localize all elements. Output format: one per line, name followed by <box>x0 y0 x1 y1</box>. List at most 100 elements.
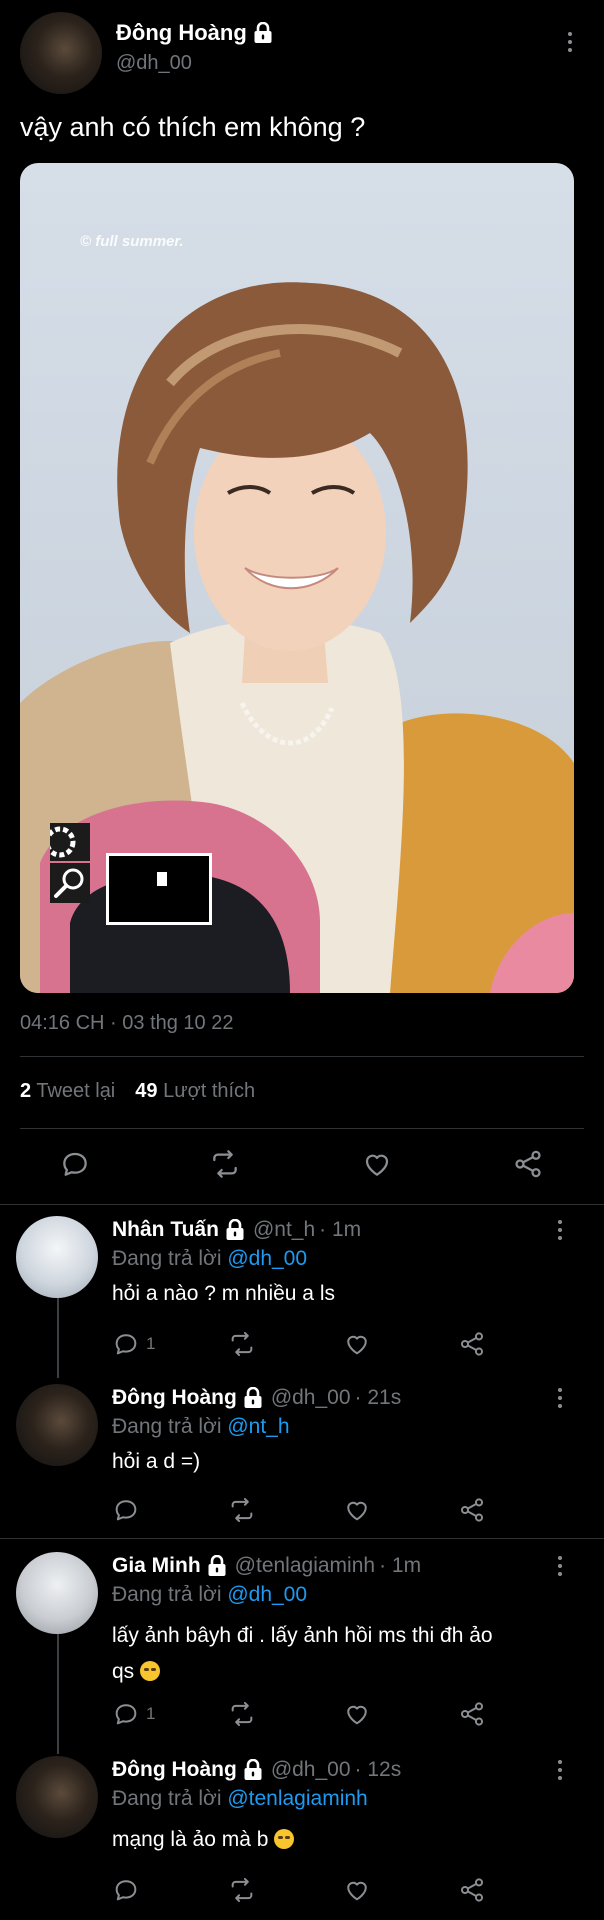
retweet-icon[interactable] <box>228 1700 256 1728</box>
share-icon[interactable] <box>512 1148 544 1180</box>
like-icon[interactable] <box>343 1330 371 1358</box>
avatar[interactable] <box>16 1552 98 1634</box>
avatar[interactable] <box>20 12 102 94</box>
reply-time[interactable]: · 1m <box>319 1218 361 1242</box>
divider <box>0 1204 604 1205</box>
reply-author-handle[interactable]: @dh_00 <box>271 1386 351 1410</box>
photo-illustration <box>20 282 574 993</box>
replying-label: Đang trả lời <box>112 1787 222 1810</box>
reply-icon <box>112 1330 140 1358</box>
share-icon[interactable] <box>458 1496 486 1524</box>
reply-time[interactable]: · 21s <box>355 1386 402 1410</box>
reply-author-name[interactable]: Đông Hoàng <box>112 1758 237 1782</box>
reply-icon[interactable] <box>59 1148 91 1180</box>
reply-text: hỏi a d =) <box>112 1450 201 1473</box>
divider <box>20 1128 584 1129</box>
replying-to-handle[interactable]: @nt_h <box>227 1415 289 1438</box>
replying-label: Đang trả lời <box>112 1583 222 1606</box>
reply-text: lấy ảnh bâyh đi . lấy ảnh hồi ms thi đh … <box>112 1618 572 1690</box>
reply-text-line: lấy ảnh bâyh đi . lấy ảnh hồi ms thi đh … <box>112 1624 493 1647</box>
retweet-icon[interactable] <box>209 1148 241 1180</box>
tweet-text: vậy anh có thích em không ? <box>20 112 366 142</box>
reply-author-name[interactable]: Nhân Tuấn <box>112 1218 219 1242</box>
reply-text-line-2: qs <box>112 1660 135 1683</box>
like-count: 49 <box>135 1080 158 1102</box>
more-icon[interactable] <box>567 32 573 56</box>
reply-action-bar: 1 <box>112 1330 492 1360</box>
like-label: Lượt thích <box>163 1080 256 1102</box>
replying-to-handle[interactable]: @tenlagiaminh <box>227 1787 367 1810</box>
reply-author-name[interactable]: Gia Minh <box>112 1554 201 1578</box>
divider <box>0 1538 604 1539</box>
reply-icon[interactable] <box>112 1876 140 1904</box>
like-stat[interactable]: 49 Lượt thích <box>135 1080 255 1103</box>
avatar[interactable] <box>16 1756 98 1838</box>
share-icon[interactable] <box>458 1330 486 1358</box>
like-icon[interactable] <box>361 1148 393 1180</box>
retweet-stat[interactable]: 2 Tweet lại <box>20 1080 115 1103</box>
reply-button[interactable]: 1 <box>112 1330 155 1358</box>
reply-author-handle[interactable]: @dh_00 <box>271 1758 351 1782</box>
minimap-icon[interactable] <box>106 853 212 925</box>
reply-count: 1 <box>146 1334 156 1353</box>
settings-icon[interactable] <box>50 823 90 861</box>
more-icon[interactable] <box>557 1556 563 1580</box>
author-name[interactable]: Đông Hoàng <box>116 20 247 46</box>
reply-action-bar <box>112 1876 492 1906</box>
lock-icon <box>225 1219 245 1241</box>
more-icon[interactable] <box>557 1220 563 1244</box>
like-icon[interactable] <box>343 1700 371 1728</box>
reply-action-bar: 1 <box>112 1700 492 1730</box>
more-icon[interactable] <box>557 1388 563 1412</box>
author-handle[interactable]: @dh_00 <box>116 52 273 75</box>
tweet-image[interactable]: © full summer. <box>20 163 574 993</box>
reply-text: hỏi a nào ? m nhiều a ls <box>112 1282 335 1305</box>
lock-icon <box>243 1387 263 1409</box>
like-icon[interactable] <box>343 1876 371 1904</box>
reply-text-content: mạng là ảo mà b <box>112 1828 269 1851</box>
replying-to: Đang trả lời @nt_h <box>112 1415 290 1439</box>
reply-header: Đông Hoàng @dh_00 · 21s <box>112 1386 401 1410</box>
avatar[interactable] <box>16 1216 98 1298</box>
more-icon[interactable] <box>557 1760 563 1784</box>
divider <box>20 1056 584 1057</box>
reply-count: 1 <box>146 1704 156 1723</box>
reply-icon[interactable] <box>112 1496 140 1524</box>
share-icon[interactable] <box>458 1876 486 1904</box>
reply-button[interactable]: 1 <box>112 1700 155 1728</box>
retweet-icon[interactable] <box>228 1496 256 1524</box>
avatar[interactable] <box>16 1384 98 1466</box>
reply-text-line: qs <box>112 1654 572 1690</box>
reply-author-name[interactable]: Đông Hoàng <box>112 1386 237 1410</box>
reply-author-handle[interactable]: @tenlagiaminh <box>235 1554 375 1578</box>
magnifier-icon[interactable] <box>50 863 90 903</box>
reply-time[interactable]: · 12s <box>355 1758 402 1782</box>
reply-author-handle[interactable]: @nt_h <box>253 1218 315 1242</box>
replying-to-handle[interactable]: @dh_00 <box>227 1247 307 1270</box>
emoji-icon <box>140 1661 161 1681</box>
reply-icon <box>112 1700 140 1728</box>
replying-to: Đang trả lời @dh_00 <box>112 1247 307 1271</box>
replying-label: Đang trả lời <box>112 1415 222 1438</box>
thread-line <box>57 1298 59 1378</box>
reply-header: Đông Hoàng @dh_00 · 12s <box>112 1758 401 1782</box>
tweet-timestamp[interactable]: 04:16 CH · 03 thg 10 22 <box>20 1012 233 1035</box>
share-icon[interactable] <box>458 1700 486 1728</box>
emoji-icon <box>274 1829 295 1849</box>
replying-to: Đang trả lời @tenlagiaminh <box>112 1787 368 1811</box>
replying-to-handle[interactable]: @dh_00 <box>227 1583 307 1606</box>
lock-icon <box>207 1555 227 1577</box>
like-icon[interactable] <box>343 1496 371 1524</box>
reply-time[interactable]: · 1m <box>379 1554 421 1578</box>
retweet-count: 2 <box>20 1080 32 1102</box>
author-info: Đông Hoàng @dh_00 <box>116 20 273 75</box>
reply-header: Nhân Tuấn @nt_h · 1m <box>112 1218 361 1242</box>
watermark: © full summer. <box>80 233 184 250</box>
retweet-icon[interactable] <box>228 1876 256 1904</box>
retweet-icon[interactable] <box>228 1330 256 1358</box>
lock-icon <box>253 22 273 44</box>
reply-header: Gia Minh @tenlagiaminh · 1m <box>112 1554 421 1578</box>
reply-action-bar <box>112 1496 492 1526</box>
replying-label: Đang trả lời <box>112 1247 222 1270</box>
reply-text: mạng là ảo mà b <box>112 1828 295 1852</box>
